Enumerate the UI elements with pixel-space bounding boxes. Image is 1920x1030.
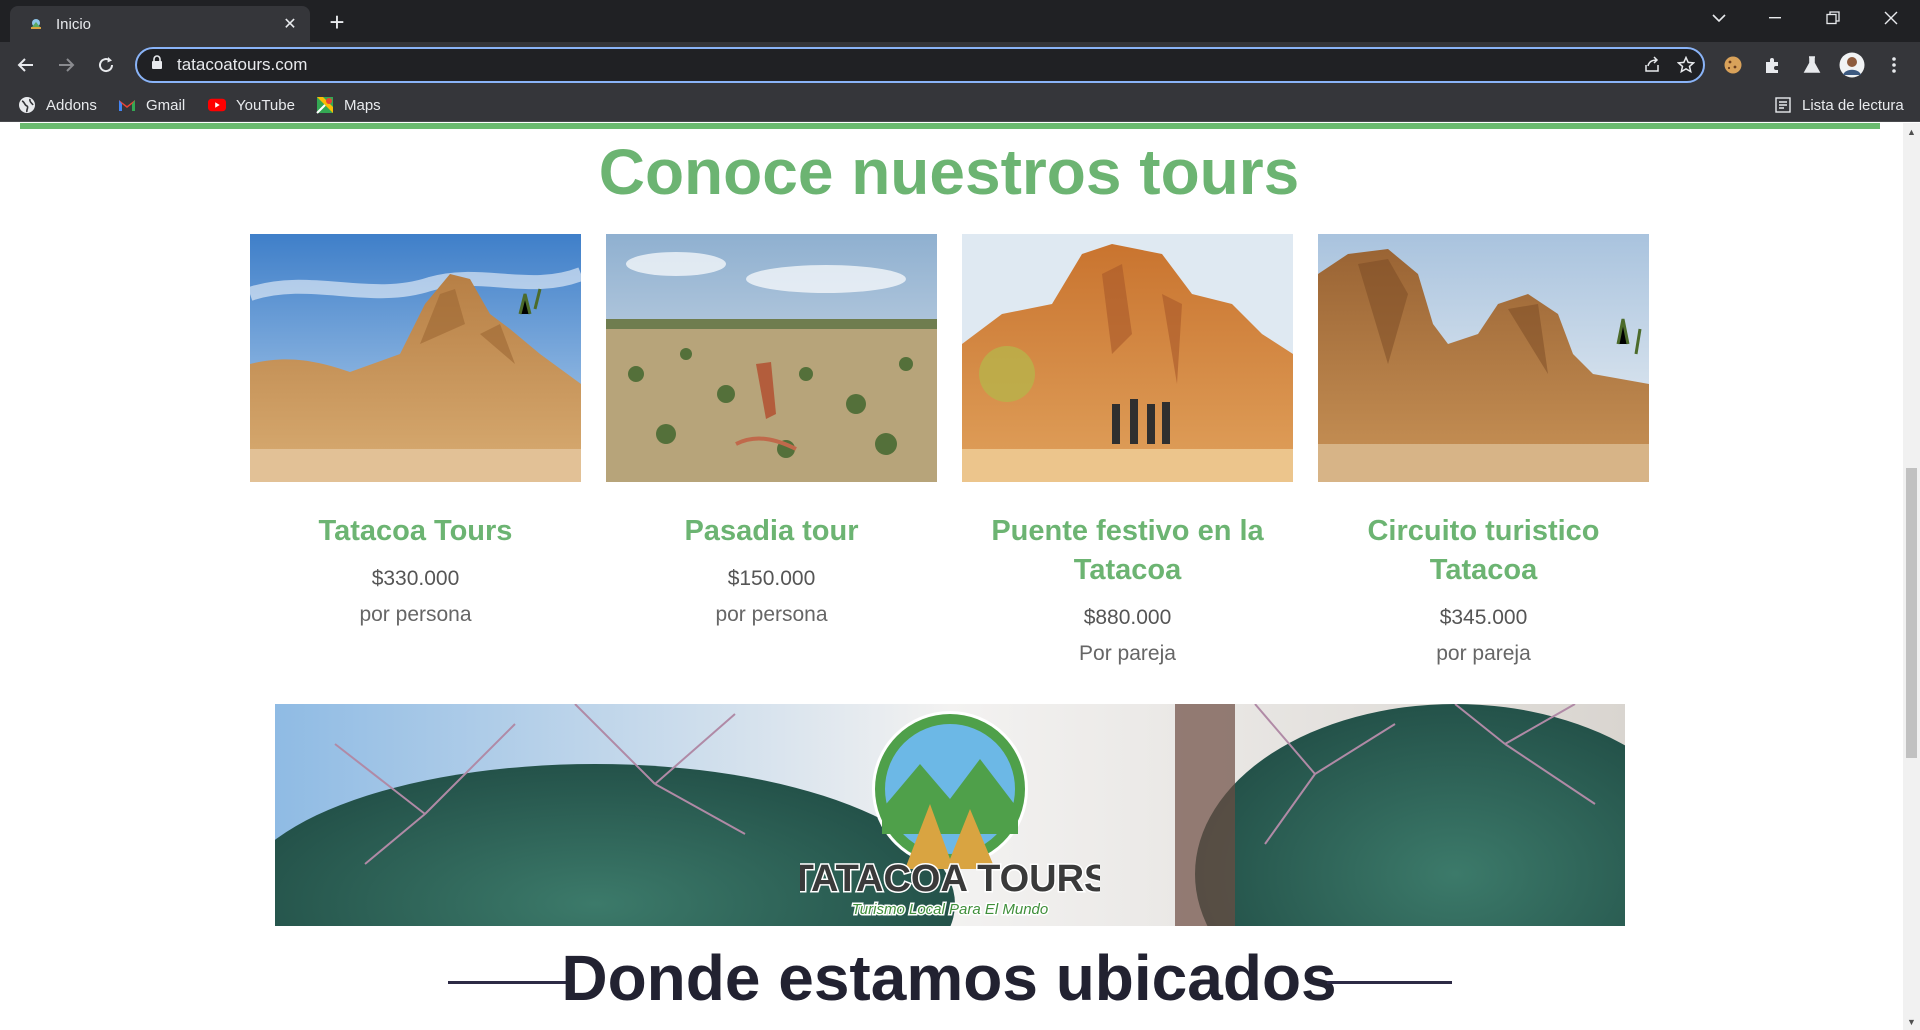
tours-heading: Conoce nuestros tours	[598, 136, 1300, 208]
scroll-down-arrow-icon[interactable]: ▼	[1903, 1013, 1920, 1030]
url-text[interactable]: tatacoatours.com	[177, 55, 1635, 75]
reload-icon[interactable]	[90, 49, 122, 81]
tour-price: $345.000	[1439, 606, 1528, 629]
bookmark-label: Gmail	[146, 96, 186, 114]
share-icon[interactable]	[1635, 50, 1669, 80]
reading-list-label: Lista de lectura	[1802, 96, 1904, 114]
header-divider	[20, 123, 1880, 129]
tour-price-unit: por persona	[359, 603, 472, 626]
browser-toolbar: tatacoatours.com	[0, 42, 1920, 88]
scrollbar-thumb[interactable]	[1906, 468, 1917, 758]
svg-text:Turismo Local Para El Mundo: Turismo Local Para El Mundo	[852, 901, 1048, 918]
tour-title[interactable]: Tatacoa Tours	[250, 512, 581, 551]
tour-price-unit: Por pareja	[1079, 642, 1176, 665]
bookmark-label: Addons	[46, 96, 97, 114]
tab-title: Inicio	[56, 15, 92, 33]
back-icon[interactable]	[10, 49, 42, 81]
tour-card[interactable]: Pasadia tour $150.000 por persona	[606, 234, 937, 627]
bookmark-maps[interactable]: Maps	[316, 94, 381, 116]
reading-list-icon	[1774, 96, 1792, 114]
eroded-cliffs-photo[interactable]	[1318, 234, 1649, 482]
bookmarks-bar: Addons Gmail YouTube Maps Lista de lectu…	[0, 88, 1920, 122]
heading-right-rule	[1327, 981, 1452, 984]
tour-price: $880.000	[1083, 606, 1172, 629]
bookmark-addons[interactable]: Addons	[18, 94, 97, 116]
location-heading: Donde estamos ubicados	[561, 942, 1337, 1014]
close-window-icon[interactable]	[1864, 0, 1918, 36]
tour-card[interactable]: Tatacoa Tours $330.000 por persona	[250, 234, 581, 627]
tour-price-unit: por persona	[715, 603, 828, 626]
cactus-banner: TATACOA TOURS Turismo Local Para El Mund…	[275, 704, 1625, 926]
desert-rock-formation-photo[interactable]	[250, 234, 581, 482]
tour-title[interactable]: Puente festivo en la Tatacoa	[962, 512, 1293, 590]
location-section: Donde estamos ubicados	[0, 941, 1898, 1021]
tab-search-icon[interactable]	[1692, 0, 1746, 36]
bookmark-label: YouTube	[236, 96, 295, 114]
profile-avatar[interactable]	[1838, 51, 1866, 79]
tour-title[interactable]: Circuito turistico Tatacoa	[1318, 512, 1649, 590]
scroll-up-arrow-icon[interactable]: ▲	[1903, 123, 1920, 140]
globe-icon	[18, 96, 36, 114]
labs-flask-icon[interactable]	[1798, 51, 1826, 79]
tatacoa-tours-logo: TATACOA TOURS Turismo Local Para El Mund…	[800, 711, 1100, 920]
tour-price: $330.000	[371, 567, 460, 590]
cookie-extension-icon[interactable]	[1719, 51, 1747, 79]
restore-icon[interactable]	[1806, 0, 1860, 36]
lock-icon[interactable]	[151, 55, 163, 75]
new-tab-button[interactable]: +	[322, 8, 352, 38]
desert-landscape-photo[interactable]	[606, 234, 937, 482]
minimize-icon[interactable]	[1748, 0, 1802, 36]
tourists-at-rock-formation-photo[interactable]	[962, 234, 1293, 482]
svg-text:TATACOA TOURS: TATACOA TOURS	[800, 858, 1100, 900]
bookmark-gmail[interactable]: Gmail	[118, 94, 185, 116]
tab-strip: Inicio ✕ +	[0, 0, 1920, 42]
extensions-puzzle-icon[interactable]	[1758, 51, 1786, 79]
page-viewport: Conoce nuestros tours Tatacoa Tours $330…	[0, 123, 1920, 1030]
tour-card[interactable]: Puente festivo en la Tatacoa $880.000 Po…	[962, 234, 1293, 666]
bookmark-youtube[interactable]: YouTube	[208, 94, 295, 116]
active-tab[interactable]: Inicio ✕	[10, 6, 310, 42]
maps-icon	[316, 96, 334, 114]
gmail-icon	[118, 96, 136, 114]
bookmark-star-icon[interactable]	[1669, 50, 1703, 80]
tour-price: $150.000	[727, 567, 816, 590]
browser-menu-icon[interactable]	[1880, 51, 1908, 79]
reading-list-button[interactable]: Lista de lectura	[1774, 94, 1904, 116]
page-scrollbar[interactable]: ▲ ▼	[1903, 123, 1920, 1030]
youtube-icon	[208, 96, 226, 114]
site-favicon-icon	[28, 16, 44, 32]
bookmark-label: Maps	[344, 96, 381, 114]
tour-title[interactable]: Pasadia tour	[606, 512, 937, 551]
address-bar[interactable]: tatacoatours.com	[135, 47, 1705, 83]
close-tab-icon[interactable]: ✕	[276, 10, 304, 38]
tour-card[interactable]: Circuito turistico Tatacoa $345.000 por …	[1318, 234, 1649, 666]
tour-price-unit: por pareja	[1436, 642, 1531, 665]
forward-icon[interactable]	[50, 49, 82, 81]
